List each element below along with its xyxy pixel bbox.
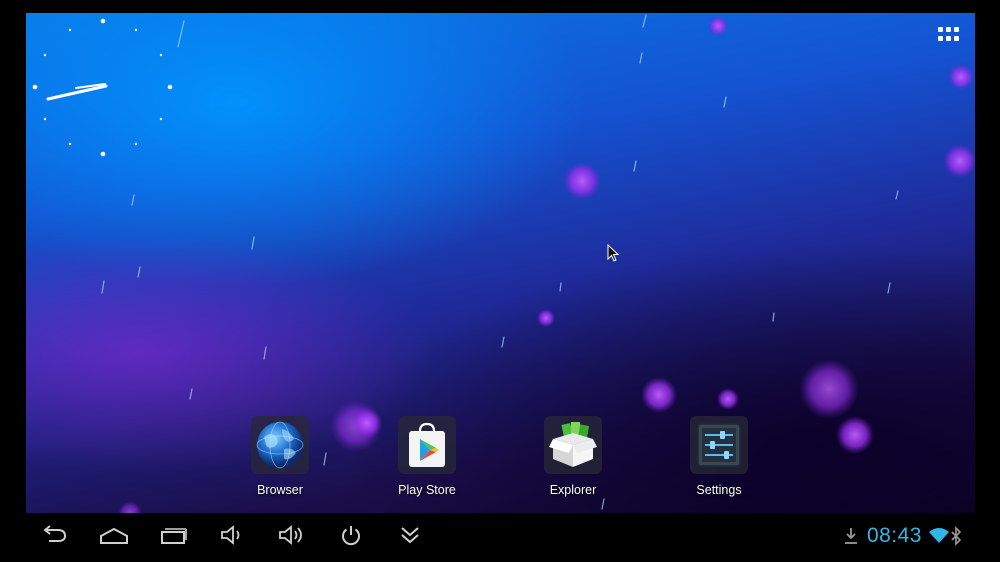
clock-dot-12	[100, 18, 106, 24]
globe-icon	[251, 416, 309, 474]
analog-clock-widget[interactable]	[26, 13, 180, 163]
clock-dot-2	[159, 53, 163, 57]
back-icon[interactable]	[36, 518, 72, 552]
wifi-icon	[929, 528, 949, 543]
clock-dot-8	[43, 117, 47, 121]
clock-dot-7	[68, 142, 72, 146]
wallpaper	[26, 13, 975, 513]
clock-dot-4	[159, 117, 163, 121]
status-clock: 08:43	[866, 524, 922, 547]
app-label: Play Store	[398, 483, 456, 497]
clock-dot-5	[134, 142, 138, 146]
download-icon	[844, 528, 857, 544]
app-settings[interactable]: Settings	[674, 416, 764, 497]
explorer-box-icon	[544, 416, 602, 474]
app-play-store[interactable]: Play Store	[382, 416, 472, 497]
mouse-cursor-icon	[607, 244, 620, 262]
status-area[interactable]: 08:43	[843, 521, 962, 551]
volume-down-icon[interactable]	[214, 518, 250, 552]
expand-down-icon[interactable]	[392, 518, 428, 552]
clock-dot-3	[167, 84, 173, 90]
navigation-bar: 08:43	[0, 513, 1000, 562]
volume-up-icon[interactable]	[273, 518, 309, 552]
app-explorer[interactable]: Explorer	[528, 416, 618, 497]
clock-dot-1	[134, 28, 138, 32]
app-browser[interactable]: Browser	[235, 416, 325, 497]
clock-dot-6	[100, 151, 106, 157]
settings-sliders-icon	[690, 416, 748, 474]
clock-dot-9	[32, 84, 38, 90]
app-label: Browser	[257, 483, 303, 497]
bluetooth-icon	[951, 526, 962, 546]
power-icon[interactable]	[333, 518, 369, 552]
home-icon[interactable]	[96, 518, 132, 552]
clock-dot-11	[68, 28, 72, 32]
app-label: Settings	[696, 483, 742, 497]
play-store-icon	[398, 416, 456, 474]
app-label: Explorer	[549, 483, 597, 497]
grid-apps-icon[interactable]	[938, 27, 960, 43]
recent-apps-icon[interactable]	[156, 518, 192, 552]
clock-dot-10	[43, 53, 47, 57]
android-tv-home-screen: Browser Play Store Explorer Settings 08:…	[0, 0, 1000, 562]
